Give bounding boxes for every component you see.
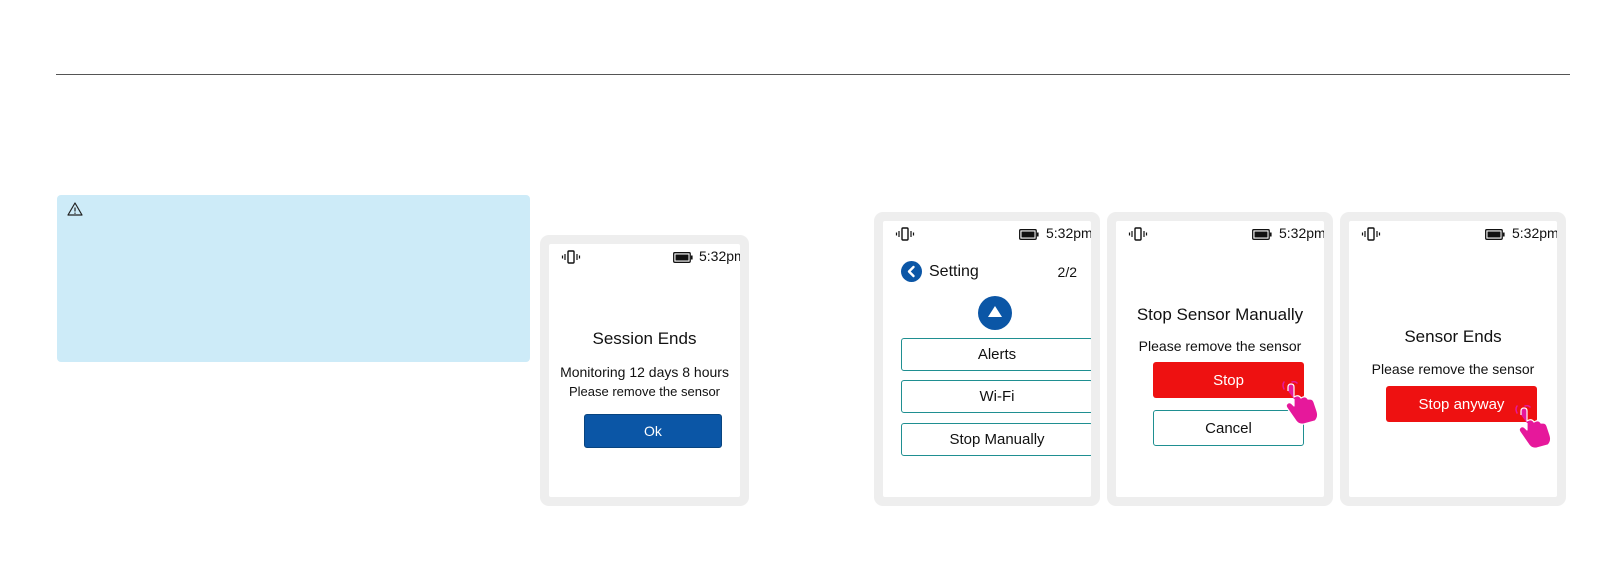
vibrate-icon [1128, 227, 1148, 241]
menu-item-alerts[interactable]: Alerts [901, 338, 1091, 371]
device-sensor-ends: 5:32pm Sensor Ends Please remove the sen… [1340, 212, 1566, 506]
remove-sensor-message: Please remove the sensor [568, 384, 721, 399]
section-divider [56, 74, 1570, 75]
ok-button[interactable]: Ok [584, 414, 722, 448]
status-bar: 5:32pm [883, 221, 1091, 247]
menu-item-wifi[interactable]: Wi-Fi [901, 380, 1091, 413]
device-screen: 5:32pm Sensor Ends Please remove the sen… [1349, 221, 1557, 497]
status-bar: 5:32pm [549, 244, 740, 270]
scroll-up-icon[interactable] [978, 296, 1012, 330]
back-chevron-icon[interactable] [901, 261, 922, 282]
hand-pointer-icon [1515, 405, 1552, 449]
screen-title: Stop Sensor Manually [1136, 305, 1304, 324]
vibrate-icon [561, 250, 581, 264]
status-time: 5:32pm [1512, 225, 1557, 241]
vibrate-icon [1361, 227, 1381, 241]
battery-icon [673, 252, 693, 263]
menu-item-stop-manually[interactable]: Stop Manually [901, 423, 1091, 456]
warning-icon [67, 202, 83, 216]
device-screen: 5:32pm Session Ends Monitoring 12 days 8… [549, 244, 740, 497]
device-settings: 5:32pm Setting 2/2 Alerts Wi-Fi Stop Man… [874, 212, 1100, 506]
vibrate-icon [895, 227, 915, 241]
settings-title: Setting [929, 263, 979, 280]
screen-title: Session Ends [592, 329, 697, 348]
warning-callout [57, 195, 530, 362]
status-time: 5:32pm [699, 248, 740, 264]
status-time: 5:32pm [1046, 225, 1091, 241]
device-stop-sensor-manually: 5:32pm Stop Sensor Manually Please remov… [1107, 212, 1333, 506]
status-bar: 5:32pm [1116, 221, 1324, 247]
page-indicator: 2/2 [1057, 264, 1077, 280]
screen-title: Sensor Ends [1404, 327, 1502, 346]
hand-pointer-icon [1282, 381, 1319, 425]
battery-icon [1252, 229, 1272, 240]
device-session-ends: 5:32pm Session Ends Monitoring 12 days 8… [540, 235, 749, 506]
remove-sensor-message: Please remove the sensor [1371, 361, 1535, 377]
remove-sensor-message: Please remove the sensor [1138, 338, 1302, 354]
status-bar: 5:32pm [1349, 221, 1557, 247]
device-screen: 5:32pm Stop Sensor Manually Please remov… [1116, 221, 1324, 497]
status-time: 5:32pm [1279, 225, 1324, 241]
monitoring-duration: Monitoring 12 days 8 hours [560, 364, 729, 380]
battery-icon [1019, 229, 1039, 240]
device-screen: 5:32pm Setting 2/2 Alerts Wi-Fi Stop Man… [883, 221, 1091, 497]
battery-icon [1485, 229, 1505, 240]
